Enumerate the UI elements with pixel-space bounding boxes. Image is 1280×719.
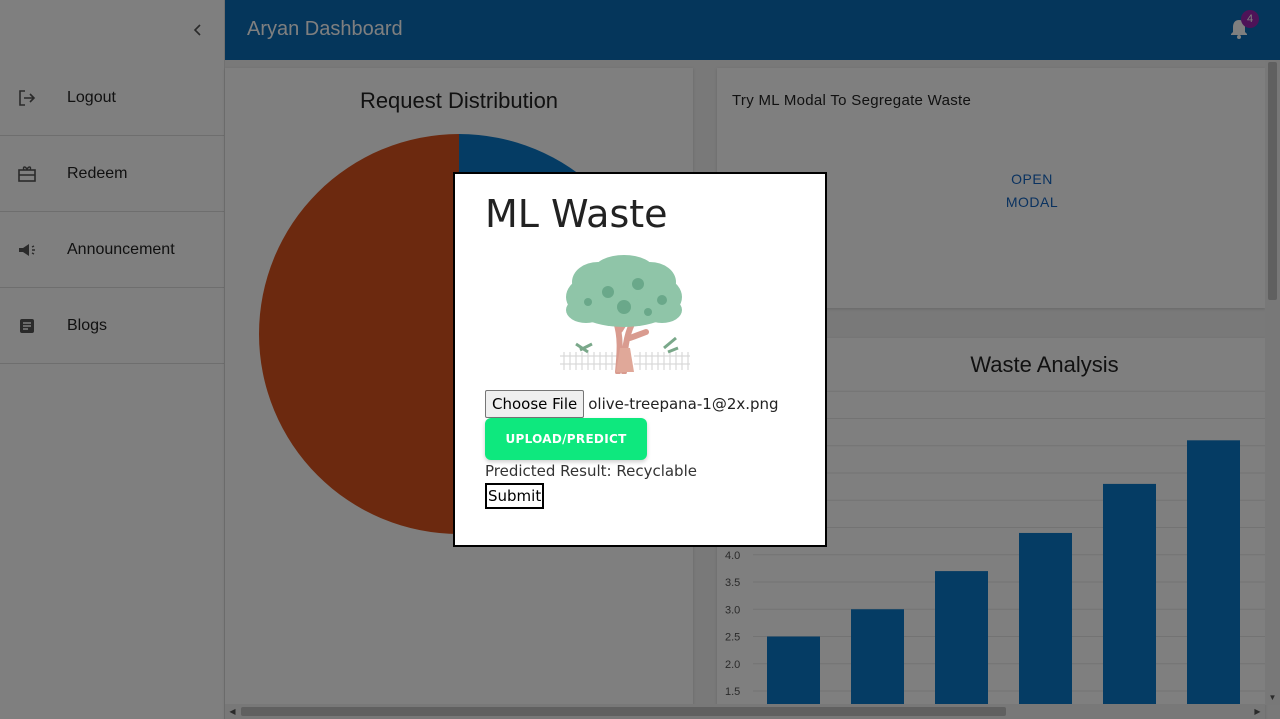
- tree-image: [560, 255, 690, 374]
- modal-title: ML Waste: [485, 192, 668, 236]
- file-input: Choose File olive-treepana-1@2x.png: [485, 390, 779, 418]
- ml-waste-modal: ML Waste Choose File olive-treepana-1@2x…: [453, 172, 827, 547]
- submit-button[interactable]: Submit: [485, 483, 545, 509]
- predicted-result-text: Predicted Result: Recyclable: [485, 462, 697, 480]
- upload-predict-button[interactable]: UPLOAD/PREDICT: [485, 418, 647, 460]
- selected-file-name: olive-treepana-1@2x.png: [588, 395, 779, 413]
- choose-file-button[interactable]: Choose File: [485, 390, 585, 418]
